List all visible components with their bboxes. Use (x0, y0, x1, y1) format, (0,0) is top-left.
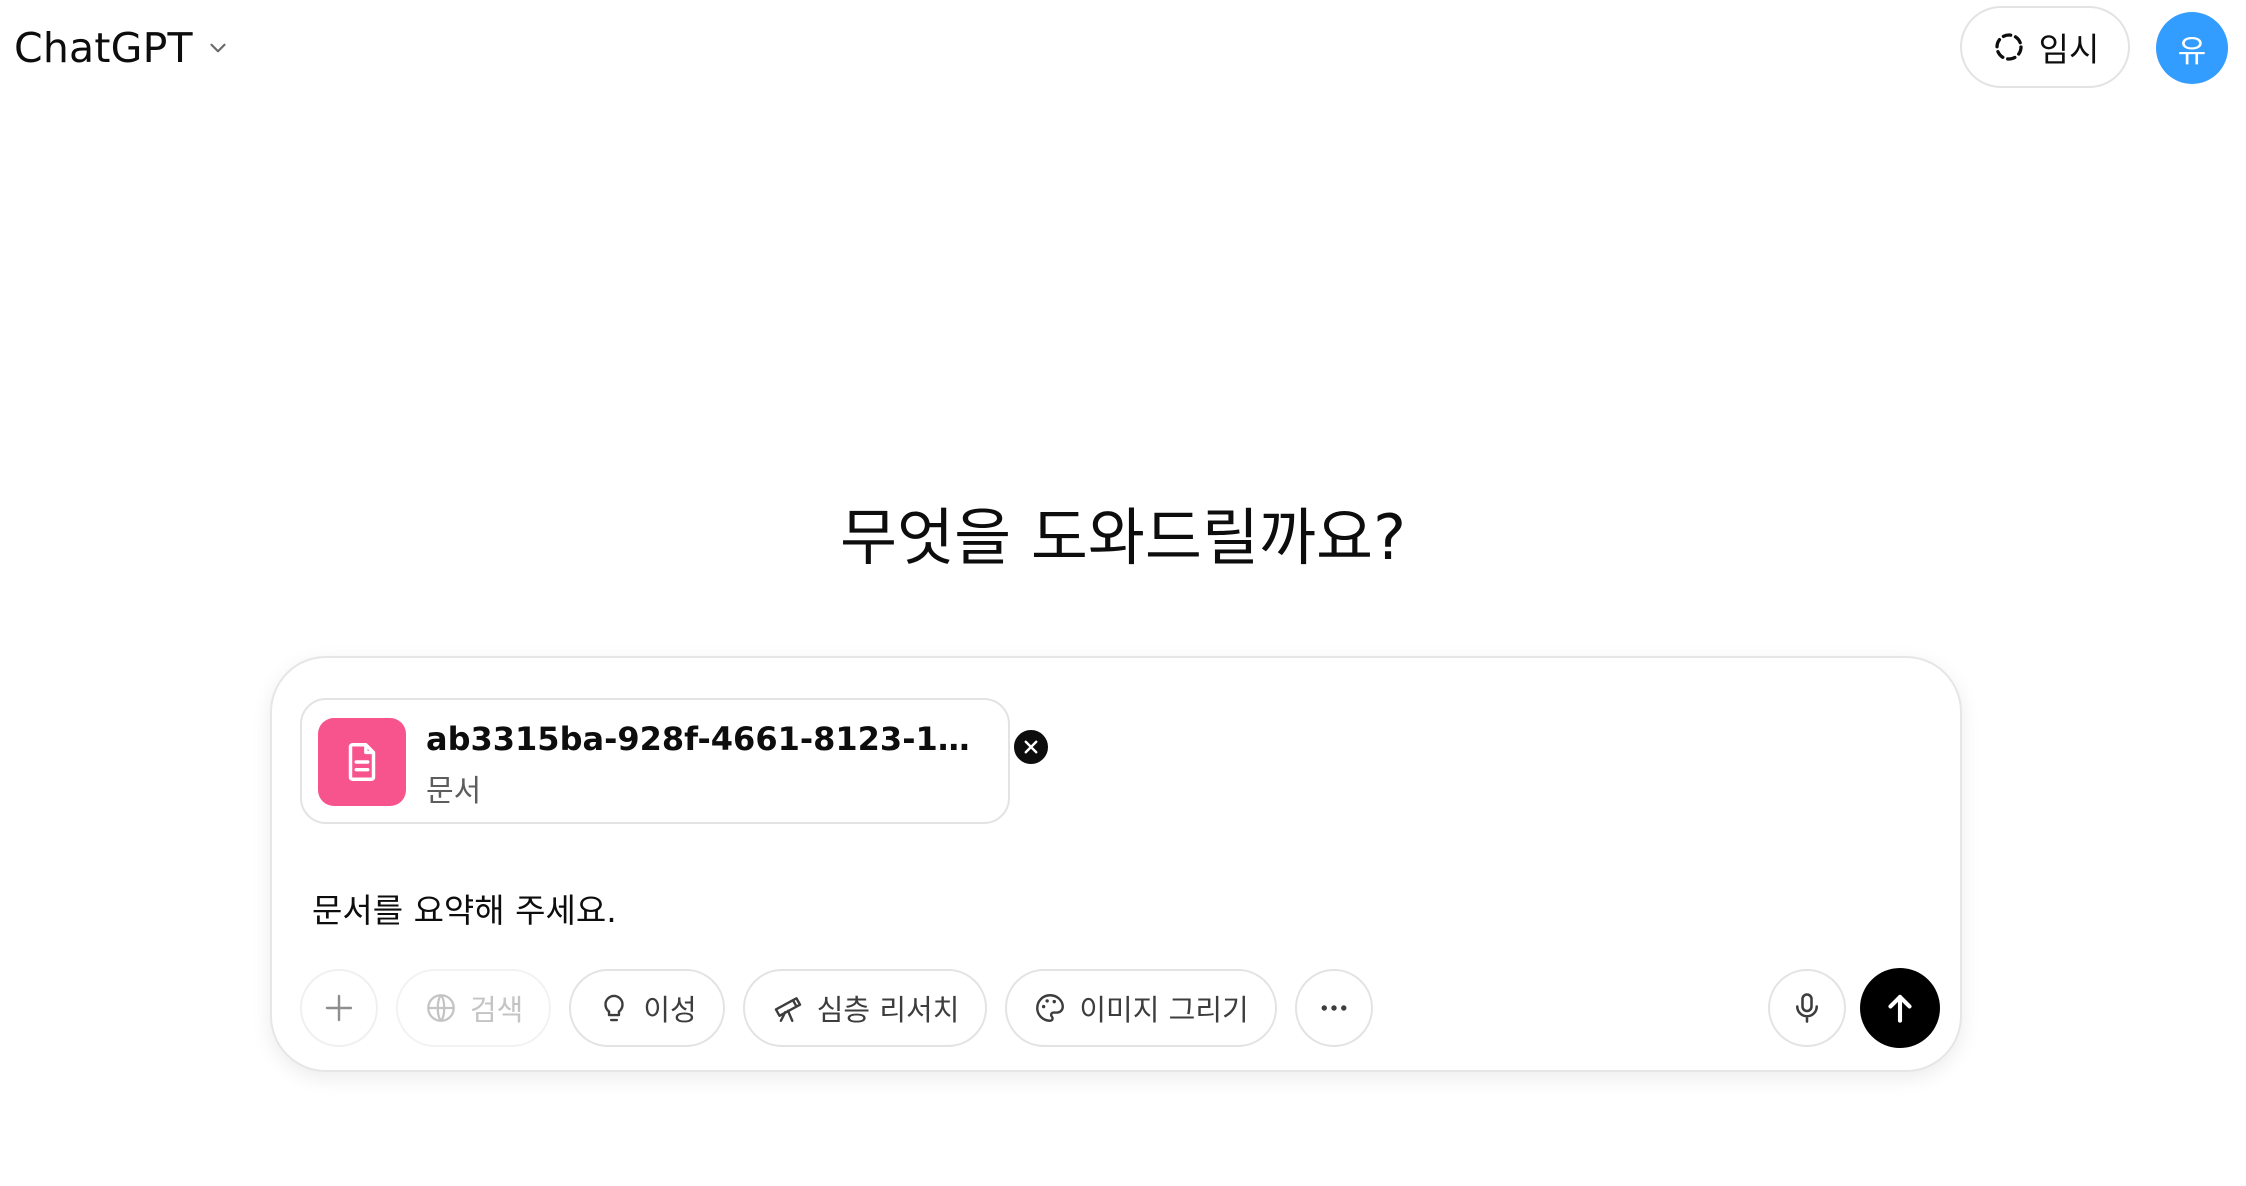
deep-research-label: 심층 리서치 (816, 993, 960, 1027)
draw-image-button[interactable]: 이미지 그리기 (1005, 969, 1277, 1047)
more-tools-button[interactable] (1294, 969, 1373, 1047)
composer-actions (1768, 968, 1940, 1048)
reason-label: 이성 (643, 993, 697, 1027)
add-attachment-button[interactable] (300, 969, 378, 1047)
palette-icon (1036, 994, 1065, 1022)
lightbulb-icon (604, 994, 625, 1022)
avatar-initial: 유 (2177, 33, 2207, 70)
close-icon (1024, 740, 1038, 754)
globe-icon (427, 994, 455, 1022)
temporary-chat-button[interactable]: 임시 (1960, 6, 2130, 88)
composer-toolbar: 검색 이성 심층 리서치 이미지 그리기 (300, 968, 1373, 1048)
voice-input-button[interactable] (1768, 969, 1846, 1047)
prompt-input[interactable]: 문서를 요약해 주세요. (312, 884, 617, 932)
attachment-file-type: 문서 (426, 774, 482, 809)
telescope-icon (774, 997, 801, 1022)
microphone-icon (1795, 993, 1819, 1023)
chat-page: ChatGPT 임시 유 무엇을 도와드릴까요? ab3315ba-928f-4 (0, 0, 2246, 1186)
temporary-chat-label: 임시 (2038, 30, 2100, 69)
composer: ab3315ba-928f-4661-8123-153b7... 문서 문서를 … (270, 656, 1962, 1072)
reason-button[interactable]: 이성 (569, 969, 725, 1047)
plus-icon (325, 994, 353, 1022)
remove-attachment-button[interactable] (1012, 728, 1050, 766)
deep-research-button[interactable]: 심층 리서치 (742, 969, 988, 1047)
model-name: ChatGPT (14, 24, 193, 72)
search-label: 검색 (470, 993, 524, 1027)
document-icon (318, 718, 406, 806)
model-switcher[interactable]: ChatGPT (14, 22, 231, 74)
attachment-chip[interactable]: ab3315ba-928f-4661-8123-153b7... 문서 (300, 698, 1050, 824)
more-horizontal-icon (1321, 1005, 1347, 1011)
attachment-file-name: ab3315ba-928f-4661-8123-153b7... (426, 720, 986, 758)
arrow-up-icon (1888, 994, 1912, 1023)
send-button[interactable] (1860, 968, 1940, 1048)
avatar[interactable]: 유 (2156, 12, 2228, 84)
search-button[interactable]: 검색 (396, 969, 552, 1047)
page-title: 무엇을 도와드릴까요? (840, 501, 1406, 574)
draw-image-label: 이미지 그리기 (1079, 993, 1249, 1027)
dashed-circle-icon (1994, 33, 2023, 61)
chevron-down-icon (210, 43, 226, 53)
